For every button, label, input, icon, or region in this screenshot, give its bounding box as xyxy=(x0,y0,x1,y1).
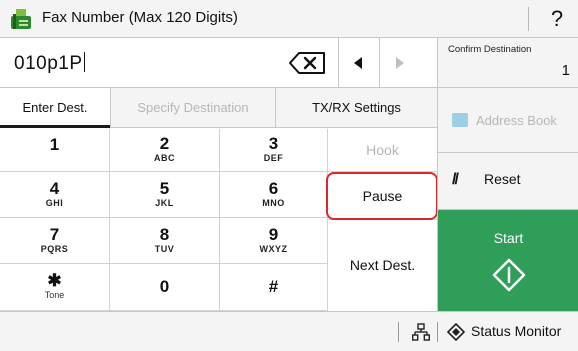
cursor-left-button[interactable] xyxy=(343,48,373,78)
key-3[interactable]: 3 DEF xyxy=(220,129,328,172)
key-digit: 9 xyxy=(268,225,279,244)
start-button[interactable]: Start xyxy=(437,210,578,311)
help-button[interactable]: ? xyxy=(540,2,574,36)
network-icon xyxy=(412,323,430,341)
arrow-right-icon xyxy=(396,57,404,69)
key-8[interactable]: 8 TUV xyxy=(110,218,220,264)
backspace-icon[interactable] xyxy=(288,48,328,78)
key-6[interactable]: 6 MNO xyxy=(220,172,328,218)
address-book-icon xyxy=(452,113,468,127)
key-5[interactable]: 5 JKL xyxy=(110,172,220,218)
tab-specify-destination[interactable]: Specify Destination xyxy=(111,88,275,128)
tab-bar: Enter Dest. Specify Destination TX/RX Se… xyxy=(0,88,437,128)
cursor-right-button[interactable] xyxy=(385,48,415,78)
key-digit: 6 xyxy=(268,179,279,198)
key-digit: 2 xyxy=(159,134,170,153)
key-4[interactable]: 4 GHI xyxy=(0,172,110,218)
key-digit: 8 xyxy=(159,225,170,244)
address-book-label: Address Book xyxy=(476,113,557,128)
key-letters: DEF xyxy=(263,153,284,163)
fax-number-field[interactable]: 010p1P xyxy=(14,52,85,75)
key-7[interactable]: 7 PQRS xyxy=(0,218,110,264)
key-hash[interactable]: # xyxy=(220,264,328,311)
confirm-destination-label: Confirm Destination xyxy=(448,44,532,55)
reset-icon: // xyxy=(452,171,459,188)
key-digit: 3 xyxy=(268,134,279,153)
key-1[interactable]: 1 xyxy=(0,129,110,172)
fax-number-input-row: 010p1P xyxy=(0,38,437,88)
key-letters: WXYZ xyxy=(259,244,288,254)
key-0[interactable]: 0 xyxy=(110,264,220,311)
address-book-button[interactable]: Address Book xyxy=(437,88,578,153)
hook-button[interactable]: Hook xyxy=(328,129,437,172)
key-letters: TUV xyxy=(154,244,175,254)
status-monitor-icon xyxy=(447,323,465,341)
key-digit: 4 xyxy=(49,179,60,198)
key-letters: JKL xyxy=(155,198,174,208)
key-digit: 1 xyxy=(49,135,60,154)
text-caret xyxy=(83,52,85,72)
divider xyxy=(437,322,438,342)
destination-count: 1 xyxy=(561,62,570,79)
divider xyxy=(379,38,380,88)
key-digit: 7 xyxy=(49,225,60,244)
status-bar: Status Monitor xyxy=(0,311,578,351)
divider xyxy=(338,38,339,88)
key-digit: 0 xyxy=(159,277,170,296)
pause-highlight xyxy=(326,172,438,220)
divider xyxy=(528,7,529,31)
key-2[interactable]: 2 ABC xyxy=(110,129,220,172)
next-dest-button[interactable]: Next Dest. xyxy=(328,220,437,311)
fax-machine-icon xyxy=(11,9,31,29)
reset-label: Reset xyxy=(484,171,521,187)
tab-enter-dest[interactable]: Enter Dest. xyxy=(0,88,110,128)
key-letters: ABC xyxy=(154,153,175,163)
key-letters: GHI xyxy=(45,198,64,208)
arrow-left-icon xyxy=(354,57,362,69)
title-bar: Fax Number (Max 120 Digits) ? xyxy=(0,0,578,38)
page-title: Fax Number (Max 120 Digits) xyxy=(42,9,238,26)
asterisk-icon: ✱ xyxy=(47,271,62,290)
key-letters: MNO xyxy=(262,198,285,208)
start-label: Start xyxy=(493,230,524,246)
key-tone[interactable]: ✱ Tone xyxy=(0,264,110,311)
key-digit: 5 xyxy=(159,179,170,198)
divider xyxy=(398,322,399,342)
tab-tx-rx-settings[interactable]: TX/RX Settings xyxy=(276,88,437,128)
key-letters: Tone xyxy=(44,290,65,300)
fax-number-value: 010p1P xyxy=(14,53,83,74)
start-icon xyxy=(492,258,526,292)
key-digit: # xyxy=(268,277,279,296)
status-monitor-label: Status Monitor xyxy=(471,323,562,339)
key-9[interactable]: 9 WXYZ xyxy=(220,218,328,264)
reset-button[interactable]: // Reset xyxy=(437,153,578,210)
confirm-destination-button[interactable]: Confirm Destination 1 xyxy=(437,38,578,88)
key-letters: PQRS xyxy=(40,244,69,254)
